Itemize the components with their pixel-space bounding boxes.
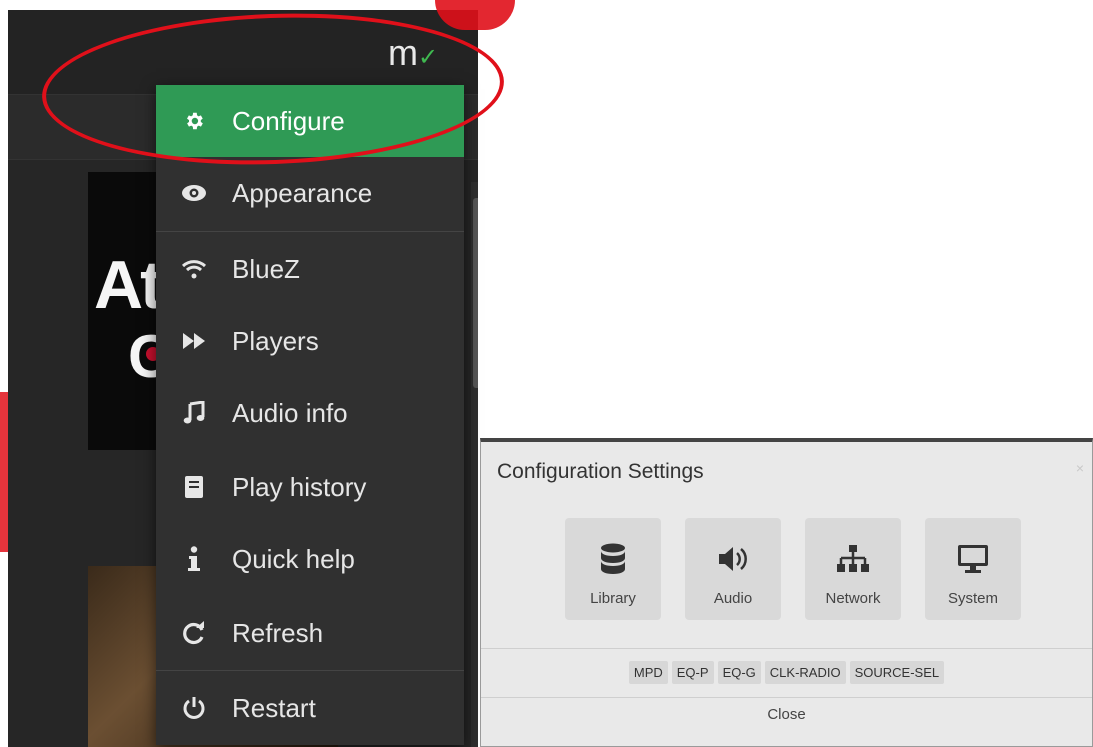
top-bar: m ✓: [8, 10, 478, 94]
settings-tiles: Library Audio Network System: [565, 518, 1021, 620]
main-menu: Configure Appearance BlueZ Players Audio…: [156, 85, 464, 745]
network-icon: [836, 540, 870, 578]
power-icon: [156, 696, 232, 720]
tile-network[interactable]: Network: [805, 518, 901, 620]
fast-forward-icon: [156, 332, 232, 350]
menu-item-label: Restart: [232, 692, 316, 723]
logo-text: m: [388, 32, 418, 73]
close-icon[interactable]: ×: [1076, 460, 1084, 476]
menu-item-audio-info[interactable]: Audio info: [156, 377, 464, 449]
left-edge-strip: [0, 0, 8, 170]
menu-item-label: Players: [232, 325, 319, 356]
menu-item-label: Play history: [232, 471, 367, 502]
menu-item-label: Quick help: [232, 543, 355, 574]
music-note-icon: [156, 401, 232, 425]
monitor-icon: [957, 540, 989, 578]
eye-icon: [156, 184, 232, 202]
menu-item-label: BlueZ: [232, 253, 300, 284]
app-logo[interactable]: m ✓: [388, 32, 438, 73]
menu-item-refresh[interactable]: Refresh: [156, 597, 464, 669]
chip-clk-radio[interactable]: CLK-RADIO: [764, 661, 846, 684]
dialog-divider: [481, 648, 1092, 649]
tile-library[interactable]: Library: [565, 518, 661, 620]
chip-eq-p[interactable]: EQ-P: [671, 661, 714, 684]
dialog-divider: [481, 697, 1092, 698]
tile-audio[interactable]: Audio: [685, 518, 781, 620]
gear-icon: [156, 110, 232, 132]
chip-eq-g[interactable]: EQ-G: [717, 661, 761, 684]
configuration-dialog: Configuration Settings × Library Audio N…: [480, 438, 1093, 747]
scrollbar-thumb[interactable]: [473, 198, 478, 388]
menu-item-quick-help[interactable]: Quick help: [156, 523, 464, 595]
tile-label: System: [947, 590, 998, 607]
menu-item-configure[interactable]: Configure: [156, 85, 464, 157]
annotation-mark: [0, 392, 8, 552]
left-edge-strip: [0, 565, 8, 747]
chip-source-sel[interactable]: SOURCE-SEL: [849, 661, 945, 684]
menu-item-label: Audio info: [232, 397, 348, 428]
dialog-title: Configuration Settings: [497, 460, 704, 483]
quick-links: MPD EQ-P EQ-G CLK-RADIO SOURCE-SEL: [481, 661, 1092, 684]
tile-label: Audio: [713, 590, 753, 607]
menu-item-restart[interactable]: Restart: [156, 672, 464, 744]
info-icon: [156, 546, 232, 572]
menu-item-label: Configure: [232, 105, 345, 136]
speaker-icon: [717, 540, 749, 578]
tile-system[interactable]: System: [925, 518, 1021, 620]
book-icon: [156, 475, 232, 499]
logo-check-icon: ✓: [418, 44, 438, 71]
menu-item-bluez[interactable]: BlueZ: [156, 233, 464, 305]
menu-item-appearance[interactable]: Appearance: [156, 157, 464, 229]
album-art-text-1: At: [94, 247, 163, 323]
refresh-icon: [156, 621, 232, 645]
database-icon: [600, 540, 626, 578]
menu-item-play-history[interactable]: Play history: [156, 451, 464, 523]
close-button[interactable]: Close: [481, 706, 1092, 723]
menu-item-label: Refresh: [232, 617, 324, 648]
tile-label: Network: [825, 590, 881, 607]
menu-item-label: Appearance: [232, 177, 373, 208]
menu-divider: [156, 670, 464, 671]
menu-divider: [156, 231, 464, 232]
wifi-icon: [156, 258, 232, 280]
menu-item-players[interactable]: Players: [156, 305, 464, 377]
chip-mpd[interactable]: MPD: [628, 661, 668, 684]
tile-label: Library: [590, 590, 636, 607]
